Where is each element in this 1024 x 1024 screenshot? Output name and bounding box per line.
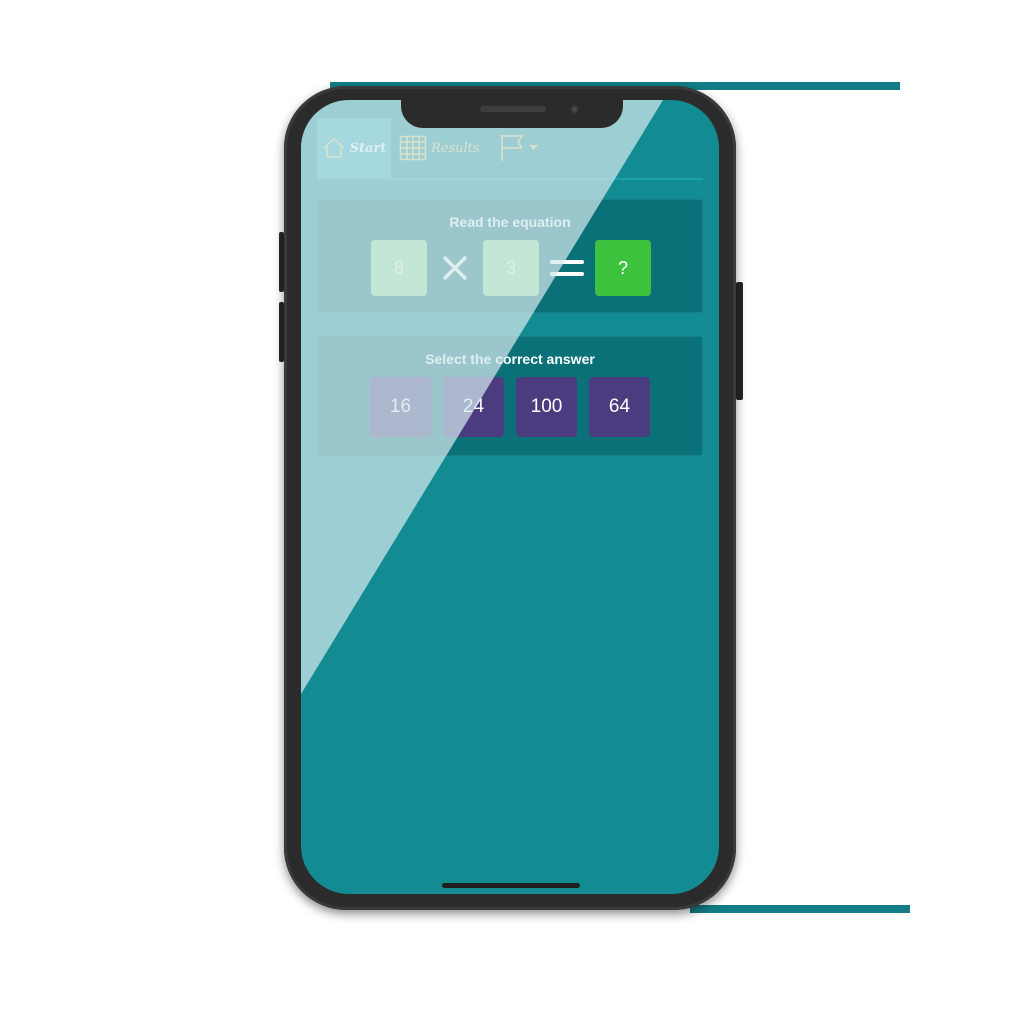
result-tile: ?: [595, 240, 651, 296]
equals-icon: [547, 240, 587, 296]
flag-icon: [499, 133, 525, 163]
home-indicator[interactable]: [442, 883, 580, 888]
right-operand-tile: 3: [483, 240, 539, 296]
background-accent-line: [690, 905, 910, 913]
phone-notch: [401, 96, 623, 128]
equation-title: Read the equation: [449, 214, 571, 230]
answer-option-button[interactable]: 64: [589, 377, 650, 437]
left-operand-tile: 8: [371, 240, 427, 296]
home-icon: [322, 136, 346, 160]
power-button: [736, 282, 743, 400]
answer-option-button[interactable]: 100: [516, 377, 577, 437]
camera-icon: [570, 105, 579, 114]
stage: Start Results Read the equation 8 3 ? Se…: [0, 0, 1024, 1024]
chevron-down-icon: [529, 145, 538, 151]
answers-title: Select the correct answer: [425, 351, 595, 367]
answers-panel: Select the correct answer 16 24 100 64: [317, 336, 703, 456]
equation-panel: Read the equation 8 3 ?: [317, 199, 703, 313]
nav-results-label: Results: [431, 140, 480, 156]
nav-start-tab[interactable]: Start: [317, 118, 391, 178]
answer-option-button[interactable]: 24: [443, 377, 504, 437]
nav-start-label: Start: [349, 140, 387, 156]
table-icon: [399, 135, 427, 161]
multiply-icon: [435, 240, 475, 296]
speaker-grille: [480, 106, 546, 112]
answer-option-button[interactable]: 16: [370, 377, 431, 437]
phone-screen: Start Results Read the equation 8 3 ? Se…: [301, 100, 719, 894]
